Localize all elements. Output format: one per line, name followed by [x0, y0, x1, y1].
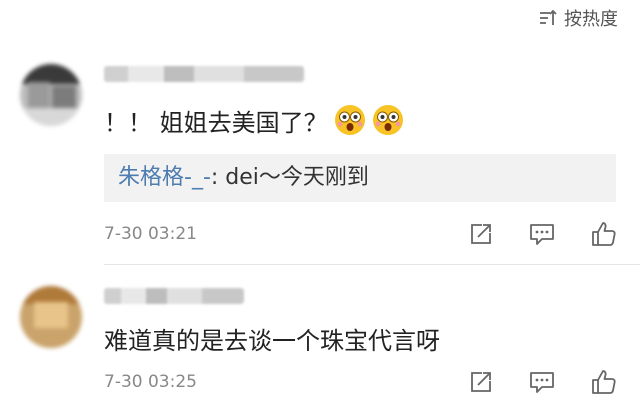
comment-item: ！！ 姐姐去美国了？ 朱格格-_-: dei～今天刚到 7-30 03:21 — [0, 58, 640, 262]
comment-item: 难道真的是去谈一个珠宝代言呀 7-30 03:25 — [0, 280, 640, 406]
comment-text: ！！ 姐姐去美国了？ — [104, 100, 404, 140]
reply-content: dei～今天刚到 — [218, 165, 369, 190]
user-name-blurred[interactable] — [104, 288, 244, 304]
surprised-emoji-icon — [372, 104, 404, 136]
avatar[interactable] — [20, 286, 82, 348]
share-icon[interactable] — [468, 221, 494, 247]
sort-label: 按热度 — [564, 9, 618, 30]
user-name-blurred[interactable] — [104, 66, 304, 82]
comment-text: 难道真的是去谈一个珠宝代言呀 — [104, 318, 440, 358]
sort-icon — [538, 8, 558, 28]
comment-actions — [468, 220, 618, 248]
sort-by-hot-button[interactable]: 按热度 — [538, 4, 618, 32]
like-icon[interactable] — [590, 220, 618, 248]
share-icon[interactable] — [468, 369, 494, 395]
reply-text: 朱格格-_-: dei～今天刚到 — [118, 154, 369, 202]
comment-body: 难道真的是去谈一个珠宝代言呀 — [104, 326, 440, 355]
comment-actions — [468, 368, 618, 396]
comment-body: ！！ 姐姐去美国了？ — [104, 108, 328, 137]
reply-author-link[interactable]: 朱格格-_- — [118, 165, 211, 190]
like-icon[interactable] — [590, 368, 618, 396]
comment-divider — [104, 264, 640, 265]
comment-timestamp: 7-30 03:25 — [104, 372, 197, 392]
avatar[interactable] — [20, 64, 82, 126]
reply-preview[interactable]: 朱格格-_-: dei～今天刚到 — [104, 154, 616, 202]
comment-icon[interactable] — [528, 369, 556, 395]
surprised-emoji-icon — [334, 104, 366, 136]
comment-icon[interactable] — [528, 221, 556, 247]
comment-timestamp: 7-30 03:21 — [104, 224, 197, 244]
